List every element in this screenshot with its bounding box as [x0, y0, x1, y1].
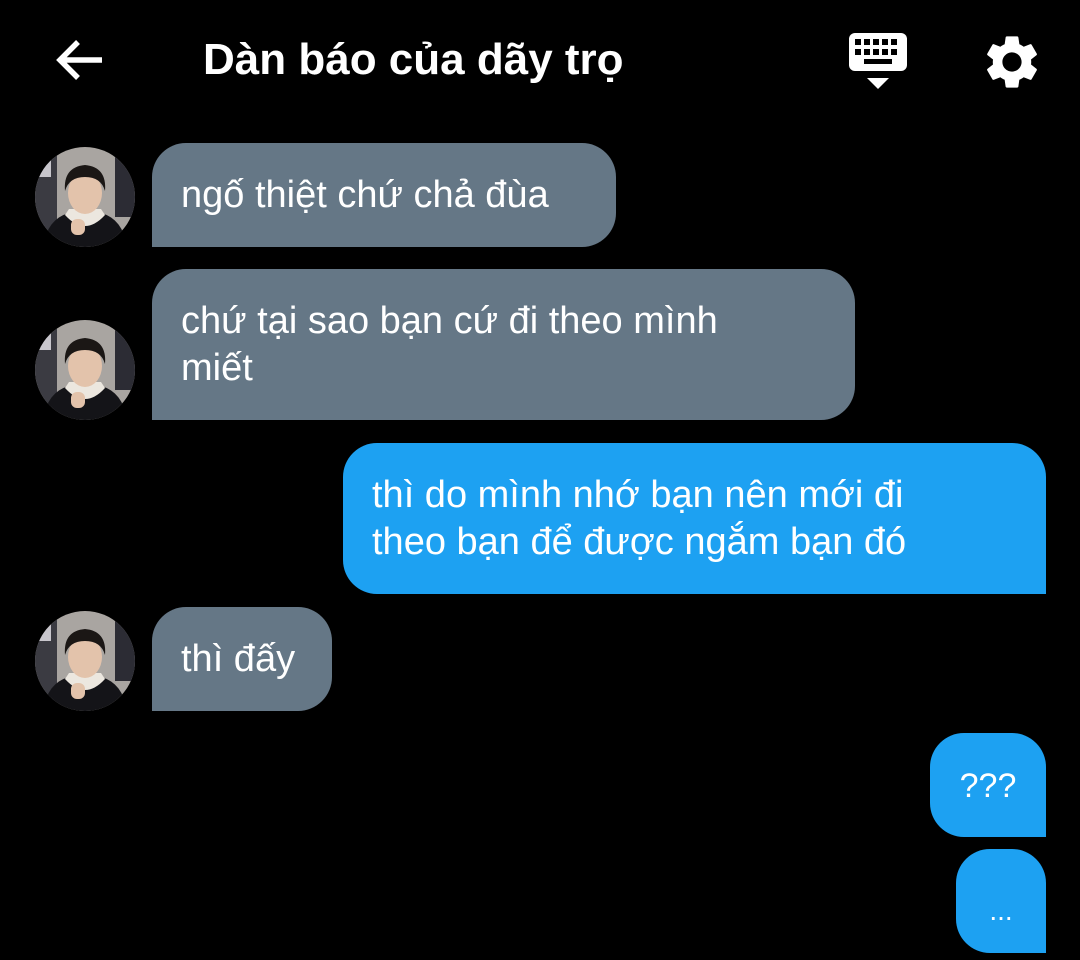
message-bubble-incoming[interactable]: chứ tại sao bạn cứ đi theo mình miết — [152, 269, 855, 420]
chat-title: Dàn báo của dãy trọ — [203, 35, 624, 84]
gear-icon — [987, 36, 1037, 88]
back-button[interactable] — [50, 30, 110, 90]
message-text: ... — [989, 895, 1013, 926]
message-text: ngố thiệt chứ chả đùa — [181, 174, 549, 216]
avatar[interactable] — [35, 611, 135, 711]
avatar[interactable] — [35, 320, 135, 420]
message-bubble-incoming[interactable]: ngố thiệt chứ chả đùa — [152, 143, 616, 247]
message-bubble-incoming[interactable]: thì đấy — [152, 607, 332, 711]
keyboard-button[interactable] — [846, 28, 910, 92]
arrow-left-icon — [56, 40, 102, 80]
message-text: chứ tại sao bạn cứ đi theo mình miết — [181, 300, 718, 389]
settings-button[interactable] — [980, 30, 1044, 94]
message-text: thì đấy — [181, 638, 296, 680]
chat-header: Dàn báo của dãy trọ — [0, 0, 1080, 120]
message-bubble-outgoing[interactable]: ??? — [930, 733, 1046, 837]
keyboard-icon — [849, 33, 907, 89]
message-text: thì do mình nhớ bạn nên mới đi theo bạn … — [372, 474, 907, 563]
message-text: ??? — [959, 767, 1017, 805]
message-bubble-outgoing[interactable]: thì do mình nhớ bạn nên mới đi theo bạn … — [343, 443, 1046, 594]
avatar[interactable] — [35, 147, 135, 247]
message-bubble-outgoing[interactable]: ... — [956, 849, 1046, 953]
